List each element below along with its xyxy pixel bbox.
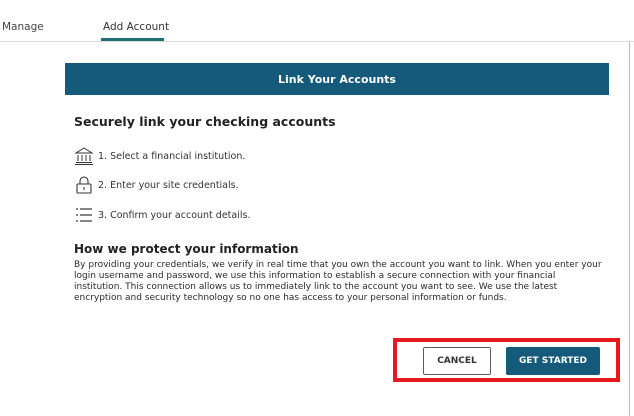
step-label: 1. Select a financial institution.	[98, 150, 246, 162]
protect-info-title: How we protect your information	[74, 242, 299, 256]
tab-add-account[interactable]: Add Account	[103, 21, 169, 33]
step-select-institution: 1. Select a financial institution.	[74, 146, 245, 166]
header-title: Link Your Accounts	[278, 72, 396, 86]
get-started-button[interactable]: GET STARTED	[506, 347, 600, 375]
tab-manage[interactable]: Manage	[2, 21, 44, 33]
lock-icon	[74, 175, 94, 195]
protect-info-body: By providing your credentials, we verify…	[74, 260, 602, 303]
list-icon	[74, 205, 94, 225]
step-label: 3. Confirm your account details.	[98, 209, 251, 221]
step-label: 2. Enter your site credentials.	[98, 179, 239, 191]
tab-bar: Manage Add Account	[0, 0, 634, 42]
step-enter-credentials: 2. Enter your site credentials.	[74, 175, 239, 195]
step-confirm-details: 3. Confirm your account details.	[74, 205, 250, 225]
bank-icon	[74, 146, 94, 166]
cancel-button[interactable]: CANCEL	[423, 347, 491, 375]
section-title: Securely link your checking accounts	[74, 114, 336, 129]
link-accounts-header: Link Your Accounts	[65, 63, 609, 95]
